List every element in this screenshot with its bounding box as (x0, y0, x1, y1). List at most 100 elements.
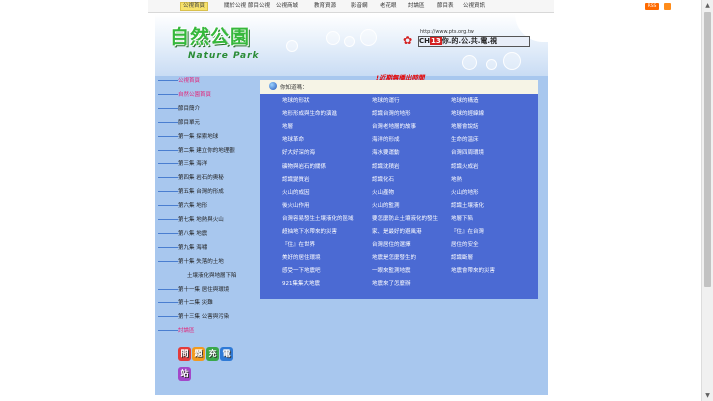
sidebar-item[interactable]: 第一集 探索地球 (178, 132, 218, 140)
topic-link[interactable]: 地球的構造 (451, 98, 479, 105)
topic-link[interactable]: 地層 (282, 124, 293, 131)
topic-link[interactable]: 後火山作用 (282, 203, 310, 210)
nature-park-logo[interactable]: 自然公園 Nature Park (158, 20, 276, 72)
topnav-item[interactable]: 公視商城 (276, 2, 298, 11)
sidebar-item[interactable]: 第十二集 災難 (178, 298, 213, 306)
pts-channel-banner[interactable]: ✿ http://www.pts.org.tw CH13你.的.公.共.電.視 (400, 29, 532, 49)
rss-feed-icon[interactable] (664, 3, 671, 10)
sidebar-item[interactable]: 節目簡介 (178, 104, 200, 112)
vertical-scrollbar[interactable]: ▲ ▼ (701, 0, 713, 401)
sidebar-item-label: 第八集 地震 (178, 230, 208, 237)
topic-link[interactable]: 居住的安全 (451, 242, 479, 249)
sidebar-item-label: 第七集 地熱與火山 (178, 217, 224, 223)
topic-link[interactable]: 地熱 (451, 177, 462, 184)
topic-link[interactable]: 認識土壤液化 (451, 203, 484, 210)
scroll-down-arrow-icon[interactable]: ▼ (702, 390, 713, 401)
topic-link[interactable]: 『住』在世界 (282, 242, 315, 249)
sidebar-item[interactable]: 節目單元 (178, 118, 200, 126)
sidebar-item[interactable]: 第十一集 居住與環境 (178, 285, 229, 293)
sidebar-divider (158, 219, 178, 220)
topic-link[interactable]: 火山的地形 (451, 190, 479, 197)
topic-link[interactable]: 地震來了怎麼辦 (372, 281, 411, 288)
topic-link[interactable]: 認識火成岩 (451, 164, 479, 171)
panel-header: 你知道嗎： (260, 80, 538, 94)
scrollbar-thumb[interactable] (704, 12, 711, 287)
topic-link[interactable]: 認識化石 (372, 177, 394, 184)
topic-link[interactable]: 火山產物 (372, 190, 394, 197)
topic-link[interactable]: 地震是怎麼發生的 (372, 255, 416, 262)
bubble-decoration (326, 31, 340, 45)
quiz-station-button[interactable]: 問題充電站 (178, 341, 236, 381)
sidebar-item[interactable]: 土壤液化與地層下陷 (187, 271, 237, 279)
sidebar-item[interactable]: 第十三集 公害與污染 (178, 312, 229, 320)
sidebar-item[interactable]: 第七集 地熱與火山 (178, 215, 224, 223)
topic-link[interactable]: 家、是最好的避風港 (372, 229, 422, 236)
sidebar-item-label: 第一集 探索地球 (178, 133, 219, 140)
topic-link[interactable]: 台灣四周環境 (451, 150, 484, 157)
topic-link[interactable]: 地形形成與生命的演進 (282, 111, 337, 118)
sidebar-item[interactable]: 第四集 岩石的奧秘 (178, 173, 224, 181)
topic-link[interactable]: 認識沈積岩 (372, 164, 400, 171)
topic-link[interactable]: 要怎麼防止土壤液化的發生 (372, 216, 438, 223)
topnav-item[interactable]: 關於公視 (224, 2, 246, 11)
topic-link[interactable]: 火山的成因 (282, 190, 310, 197)
sidebar-item[interactable]: 第九集 海嘯 (178, 243, 207, 251)
topic-link[interactable]: 感受一下地震吧 (282, 268, 321, 275)
topic-link[interactable]: 美好的居住環境 (282, 255, 321, 262)
topnav-item[interactable]: 公視資訊 (463, 2, 485, 11)
top-navigation: 公視首頁 關於公視 節目公視 公視商城 教育資源 影音網 老花眼 討論區 節目表 公視資訊 RSS (148, 0, 671, 13)
sidebar-item[interactable]: 第二集 建立你的地理觀 (178, 146, 235, 154)
topic-link[interactable]: 地層下陷 (451, 216, 473, 223)
topic-link[interactable]: 台灣居住的選擇 (372, 242, 411, 249)
topic-link[interactable]: 地球革命 (282, 137, 304, 144)
topic-link[interactable]: 921集集大地震 (282, 281, 320, 288)
topic-link[interactable]: 認識變質岩 (282, 177, 310, 184)
topnav-item[interactable]: 討論區 (408, 2, 425, 11)
did-you-know-panel: 你知道嗎： 地球的形狀地形形成與生命的演進 地層地球革命好大好深的海礦物與岩石的關… (260, 80, 538, 299)
sidebar-item[interactable]: 討論區 (178, 326, 195, 334)
topnav-item[interactable]: 教育資源 (314, 2, 336, 11)
topic-link[interactable]: 好大好深的海 (282, 150, 315, 157)
sidebar-item[interactable]: 第八集 地震 (178, 229, 207, 237)
bubble-decoration (462, 55, 477, 70)
topic-link[interactable]: 超抽地下水帶來的災害 (282, 229, 337, 236)
topic-link[interactable]: 地層會說話 (451, 124, 479, 131)
topnav-item[interactable]: 公視首頁 (180, 2, 209, 11)
sidebar-item[interactable]: 第六集 地形 (178, 201, 207, 209)
bubble-decoration (360, 29, 377, 46)
topic-link[interactable]: 生命的溫床 (451, 137, 479, 144)
topic-link[interactable]: 認識斷層 (451, 255, 473, 262)
scroll-up-arrow-icon[interactable]: ▲ (702, 0, 713, 11)
sidebar-item[interactable]: 第十集 失落的土地 (178, 257, 224, 265)
sidebar-item[interactable]: 第三集 海洋 (178, 159, 207, 167)
topnav-item[interactable]: 老花眼 (380, 2, 397, 11)
topic-link[interactable]: 礦物與岩石的關係 (282, 164, 326, 171)
topic-link[interactable]: 一眼來監測地震 (372, 268, 411, 275)
topnav-item[interactable]: 節目表 (437, 2, 454, 11)
bubble-decoration (344, 36, 355, 47)
sidebar-item-label: 第九集 海嘯 (178, 244, 208, 251)
topic-link[interactable]: 地震會帶來的災害 (451, 268, 495, 275)
sidebar-item-label: 第五集 台灣的形成 (178, 189, 224, 196)
topic-link[interactable]: 地球的形狀 (282, 98, 310, 105)
topic-link[interactable]: 地球的運行 (372, 98, 400, 105)
topnav-item[interactable]: 影音網 (351, 2, 368, 11)
topic-link[interactable]: 『住』在台灣 (451, 229, 484, 236)
sidebar-item-label: 第十集 失落的土地 (178, 258, 224, 265)
topic-link[interactable]: 認識台灣的地形 (372, 111, 411, 118)
topic-link[interactable]: 海水要運動 (372, 150, 400, 157)
sidebar-divider (158, 191, 178, 193)
channel-label: CH (419, 37, 430, 45)
topic-link[interactable]: 火山的監測 (372, 203, 400, 210)
topic-link[interactable]: 海洋的形成 (372, 137, 400, 144)
topic-link[interactable]: 台灣老地層的故事 (372, 124, 416, 131)
sidebar-divider (158, 205, 178, 207)
topnav-item[interactable]: 節目公視 (248, 2, 270, 11)
bubble-decoration (503, 52, 521, 70)
topic-link[interactable]: 地球的經緯線 (451, 111, 484, 118)
topic-link[interactable]: 台灣容易發生土壤液化的區域 (282, 216, 354, 223)
sidebar-item[interactable]: 公視首頁 (178, 76, 200, 84)
rss-button[interactable]: RSS (645, 3, 659, 10)
sidebar-item[interactable]: 自然公園首頁 (178, 90, 211, 98)
sidebar-item[interactable]: 第五集 台灣的形成 (178, 187, 224, 195)
